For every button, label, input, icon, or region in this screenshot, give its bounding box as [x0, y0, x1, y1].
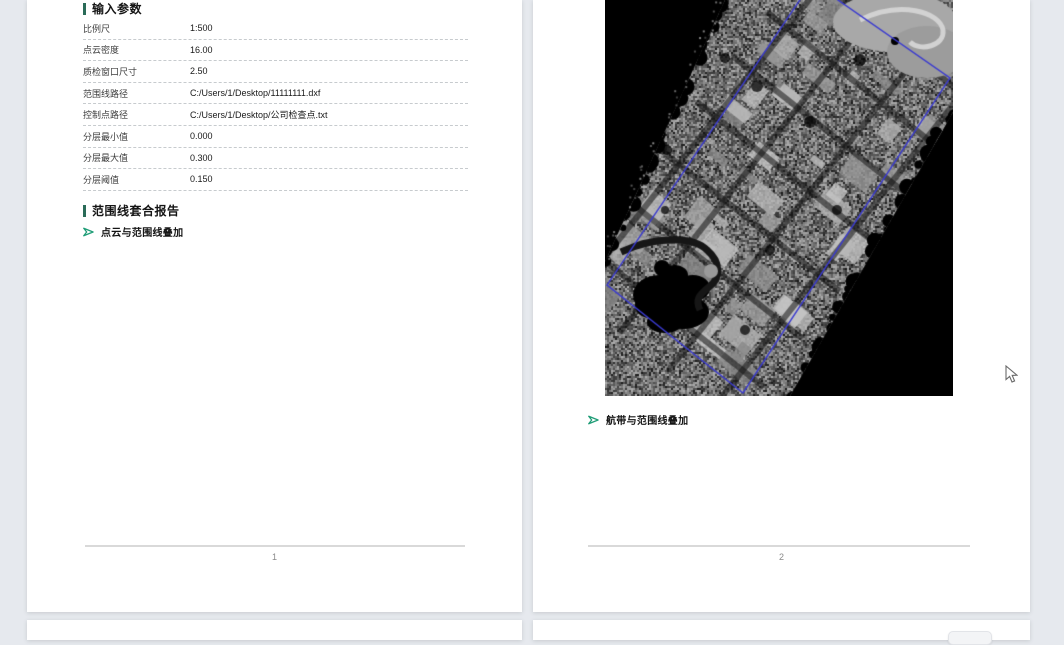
param-label: 点云密度 [83, 43, 190, 56]
point-cloud-overlay-figure [605, 0, 953, 396]
document-page-2: 航带与范围线叠加 2 [533, 0, 1030, 612]
param-value: 0.000 [190, 131, 213, 141]
section-title: 范围线套合报告 [92, 202, 180, 219]
param-value: 0.150 [190, 174, 213, 184]
param-label: 分层最小值 [83, 130, 190, 143]
param-value: C:/Users/1/Desktop/公司检查点.txt [190, 108, 328, 121]
section-header-input-params: 输入参数 [83, 0, 142, 17]
input-parameters-table: 比例尺1:500点云密度16.00质检窗口尺寸2.50范围线路径C:/Users… [83, 18, 468, 191]
param-row: 分层阈值0.150 [83, 169, 468, 191]
param-label: 控制点路径 [83, 108, 190, 121]
param-label: 范围线路径 [83, 87, 190, 100]
arrow-bullet-icon [588, 415, 599, 425]
param-label: 分层阈值 [83, 173, 190, 186]
param-row: 点云密度16.00 [83, 40, 468, 62]
floating-control-partial[interactable] [948, 631, 992, 645]
param-value: C:/Users/1/Desktop/11111111.dxf [190, 88, 320, 98]
param-value: 2.50 [190, 66, 208, 76]
param-row: 分层最小值0.000 [83, 126, 468, 148]
param-label: 质检窗口尺寸 [83, 65, 190, 78]
footer-divider [588, 545, 970, 547]
param-value: 1:500 [190, 23, 213, 33]
param-value: 16.00 [190, 45, 213, 55]
param-value: 0.300 [190, 153, 213, 163]
bullet-point-cloud-overlay: 点云与范围线叠加 [83, 224, 183, 239]
section-title: 输入参数 [92, 0, 142, 17]
page-number: 1 [27, 552, 522, 562]
param-label: 比例尺 [83, 22, 190, 35]
param-row: 比例尺1:500 [83, 18, 468, 40]
mouse-cursor-icon [1005, 365, 1018, 384]
arrow-bullet-icon [83, 227, 94, 237]
point-cloud-image [605, 0, 953, 396]
section-bar-icon [83, 205, 86, 217]
section-bar-icon [83, 3, 86, 15]
section-header-boundary-report: 范围线套合报告 [83, 202, 180, 219]
page-number: 2 [533, 552, 1030, 562]
document-page-1: 输入参数 比例尺1:500点云密度16.00质检窗口尺寸2.50范围线路径C:/… [27, 0, 522, 612]
param-row: 质检窗口尺寸2.50 [83, 61, 468, 83]
param-row: 范围线路径C:/Users/1/Desktop/11111111.dxf [83, 83, 468, 105]
footer-divider [85, 545, 465, 547]
param-row: 分层最大值0.300 [83, 148, 468, 170]
param-row: 控制点路径C:/Users/1/Desktop/公司检查点.txt [83, 104, 468, 126]
bullet-text: 点云与范围线叠加 [101, 224, 183, 239]
bullet-text: 航带与范围线叠加 [606, 412, 688, 427]
bullet-strip-overlay: 航带与范围线叠加 [588, 412, 688, 427]
param-label: 分层最大值 [83, 151, 190, 164]
document-page-3-partial [27, 620, 522, 640]
